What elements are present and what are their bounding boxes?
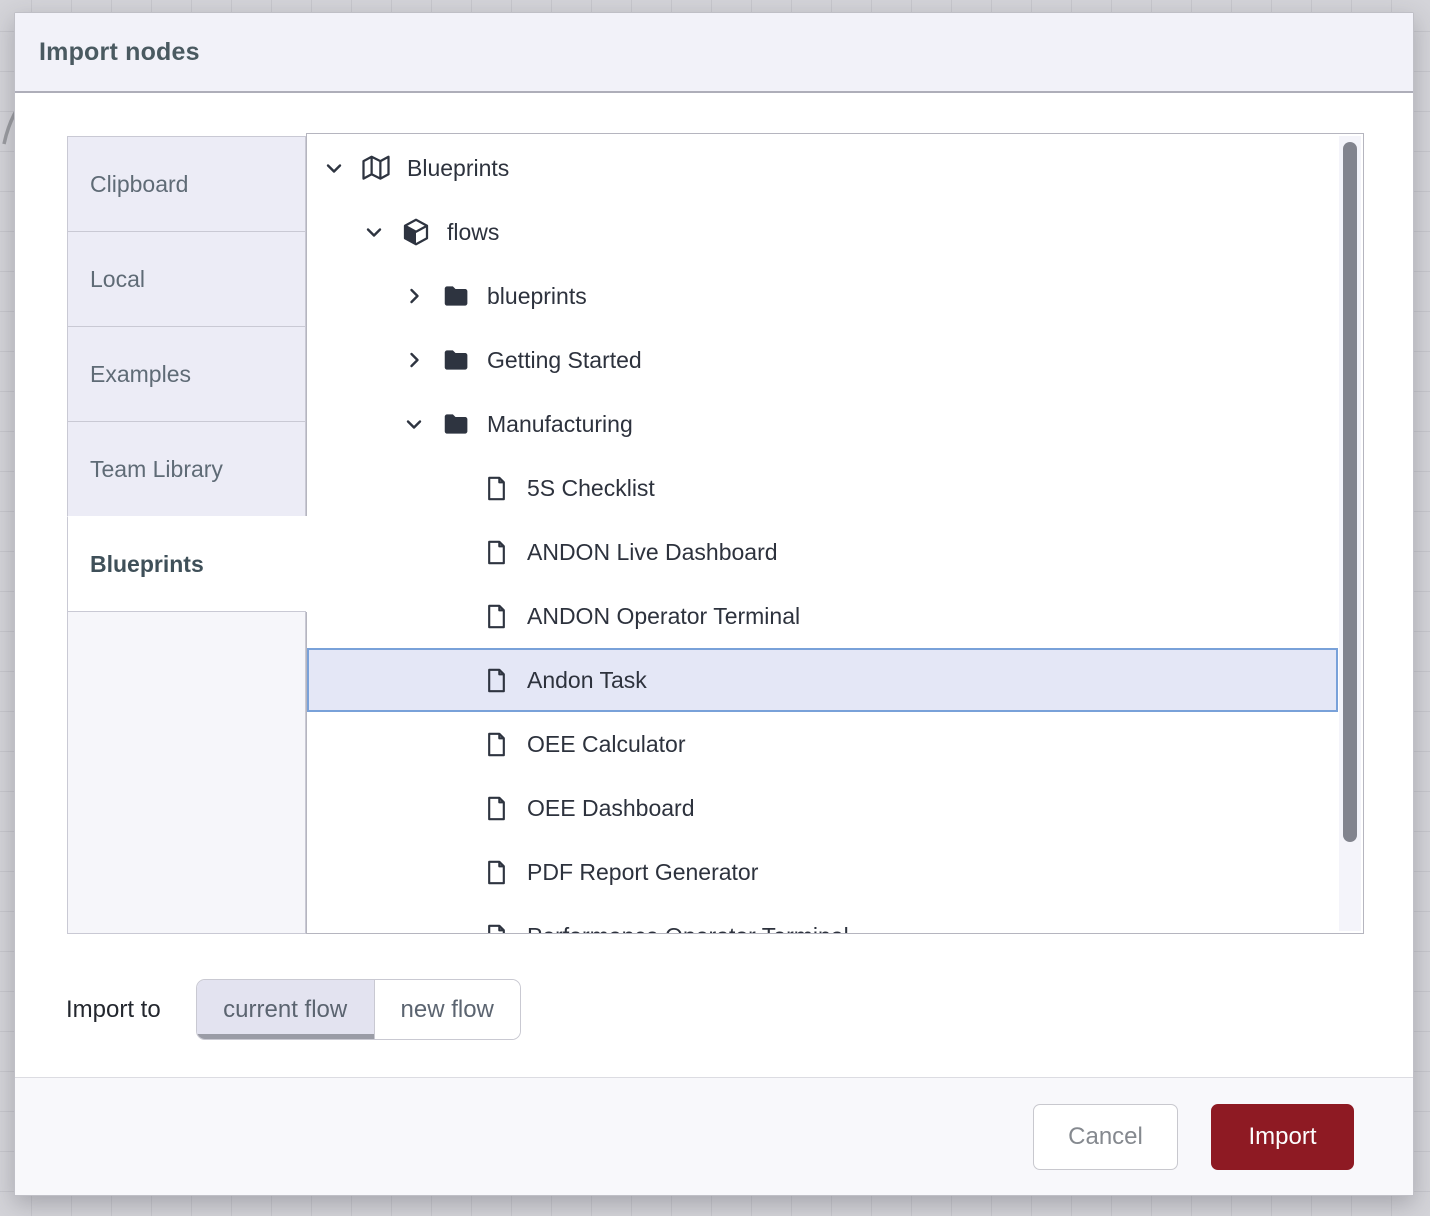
tree-row[interactable]: ANDON Live Dashboard xyxy=(307,520,1338,584)
tree-item-label: OEE Dashboard xyxy=(527,795,694,822)
tree-row[interactable]: Manufacturing xyxy=(307,392,1338,456)
chevron-spacer xyxy=(441,731,467,757)
tree-row[interactable]: 5S Checklist xyxy=(307,456,1338,520)
folder-icon xyxy=(441,409,471,439)
library-source-tabs: Clipboard Local Examples Team Library Bluepr… xyxy=(67,133,306,934)
tree-item-label: 5S Checklist xyxy=(527,475,655,502)
import-target-option-current-flow[interactable]: current flow xyxy=(197,980,374,1039)
tree-item-label: PDF Report Generator xyxy=(527,859,758,886)
sidebar-tab-label: Local xyxy=(90,266,145,293)
dialog-title: Import nodes xyxy=(39,38,200,67)
chevron-down-icon[interactable] xyxy=(401,411,427,437)
tree-row[interactable]: Blueprints xyxy=(307,136,1338,200)
library-tree: Blueprints flows blueprints Getting Star… xyxy=(307,134,1363,934)
tree-item-label: OEE Calculator xyxy=(527,731,686,758)
tree-row[interactable]: OEE Calculator xyxy=(307,712,1338,776)
file-icon xyxy=(481,473,511,503)
library-browser: Clipboard Local Examples Team Library Bluepr… xyxy=(67,133,1364,934)
chevron-right-icon[interactable] xyxy=(401,347,427,373)
tree-item-label: Performance Operator Terminal xyxy=(527,923,849,935)
folder-icon xyxy=(441,345,471,375)
sidebar-tab-team-library[interactable]: Team Library xyxy=(67,421,306,517)
import-to-row: Import to current flow new flow xyxy=(66,979,521,1040)
tree-row[interactable]: Performance Operator Terminal xyxy=(307,904,1338,934)
tree-item-label: Getting Started xyxy=(487,347,642,374)
tree-row[interactable]: blueprints xyxy=(307,264,1338,328)
chevron-down-icon[interactable] xyxy=(361,219,387,245)
import-target-toggle: current flow new flow xyxy=(196,979,521,1040)
sidebar-tab-local[interactable]: Local xyxy=(67,231,306,327)
import-to-label: Import to xyxy=(66,996,161,1024)
chevron-spacer xyxy=(441,795,467,821)
sidebar-tab-label: Blueprints xyxy=(90,551,204,578)
folder-icon xyxy=(441,281,471,311)
file-icon xyxy=(481,601,511,631)
tree-item-label: Andon Task xyxy=(527,667,647,694)
chevron-spacer xyxy=(441,475,467,501)
tree-item-label: Blueprints xyxy=(407,155,509,182)
file-icon xyxy=(481,857,511,887)
tree-row[interactable]: PDF Report Generator xyxy=(307,840,1338,904)
chevron-spacer xyxy=(441,923,467,934)
chevron-right-icon[interactable] xyxy=(401,283,427,309)
toggle-option-label: current flow xyxy=(223,996,347,1024)
file-icon xyxy=(481,729,511,759)
sidebar-tab-label: Examples xyxy=(90,361,191,388)
tree-row[interactable]: Getting Started xyxy=(307,328,1338,392)
tree-item-label: flows xyxy=(447,219,499,246)
file-icon xyxy=(481,921,511,934)
sidebar-tab-examples[interactable]: Examples xyxy=(67,326,306,422)
chevron-spacer xyxy=(441,603,467,629)
tree-scrollbar[interactable] xyxy=(1339,136,1361,931)
file-icon xyxy=(481,793,511,823)
dialog-header: Import nodes xyxy=(15,13,1413,93)
tree-item-label: ANDON Live Dashboard xyxy=(527,539,778,566)
file-icon xyxy=(481,537,511,567)
cancel-button[interactable]: Cancel xyxy=(1033,1104,1178,1170)
tree-row[interactable]: OEE Dashboard xyxy=(307,776,1338,840)
tree-item-label: ANDON Operator Terminal xyxy=(527,603,800,630)
map-icon xyxy=(361,153,391,183)
chevron-spacer xyxy=(441,859,467,885)
tree-item-label: Manufacturing xyxy=(487,411,633,438)
sidebar-tab-clipboard[interactable]: Clipboard xyxy=(67,136,306,232)
chevron-spacer xyxy=(441,667,467,693)
tree-row[interactable]: flows xyxy=(307,200,1338,264)
library-tree-panel: Blueprints flows blueprints Getting Star… xyxy=(306,133,1364,934)
sidebar-tab-blueprints[interactable]: Blueprints xyxy=(67,516,309,612)
import-nodes-dialog: Import nodes Clipboard Local Examples Team … xyxy=(14,12,1414,1196)
file-icon xyxy=(481,665,511,695)
chevron-down-icon[interactable] xyxy=(321,155,347,181)
package-icon xyxy=(401,217,431,247)
sidebar-tab-label: Clipboard xyxy=(90,171,188,198)
tree-scrollbar-thumb[interactable] xyxy=(1343,142,1357,842)
sidebar-tab-label: Team Library xyxy=(90,456,223,483)
tree-item-label: blueprints xyxy=(487,283,587,310)
chevron-spacer xyxy=(441,539,467,565)
dialog-footer: Cancel Import xyxy=(15,1077,1413,1195)
tree-row[interactable]: Andon Task xyxy=(307,648,1338,712)
import-button[interactable]: Import xyxy=(1211,1104,1354,1170)
toggle-option-label: new flow xyxy=(401,996,494,1024)
tree-row[interactable]: ANDON Operator Terminal xyxy=(307,584,1338,648)
sidebar-filler xyxy=(67,611,306,934)
import-target-option-new-flow[interactable]: new flow xyxy=(374,980,520,1039)
